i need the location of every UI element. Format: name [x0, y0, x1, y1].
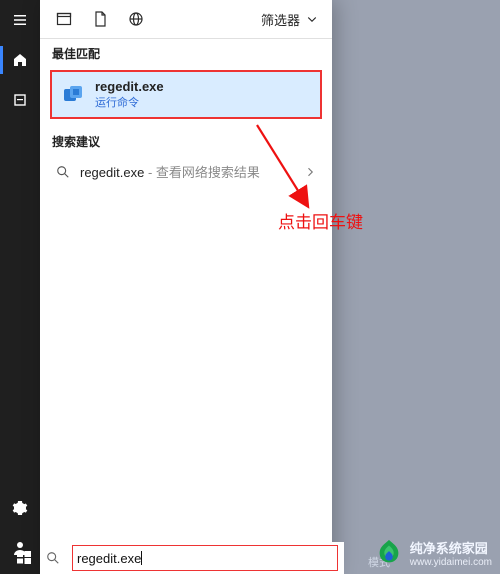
sidebar-menu[interactable]	[0, 0, 40, 40]
sidebar-home[interactable]	[0, 40, 40, 80]
search-panel-header: 筛选器	[40, 0, 332, 39]
search-input[interactable]: regedit.exe	[72, 545, 338, 571]
search-suggestion[interactable]: regedit.exe - 查看网络搜索结果	[40, 154, 332, 190]
search-panel: 筛选器 最佳匹配 regedit.exe 运行命令 搜索建议 regedit.e…	[40, 0, 332, 574]
filters-label: 筛选器	[261, 10, 300, 29]
taskbar-search[interactable]: regedit.exe	[40, 542, 344, 574]
chevron-right-icon	[304, 166, 316, 178]
tab-documents-icon[interactable]	[82, 3, 118, 35]
best-match-result[interactable]: regedit.exe 运行命令	[50, 70, 322, 119]
section-suggestions: 搜索建议	[40, 127, 332, 154]
section-best-match: 最佳匹配	[40, 39, 332, 66]
result-title: regedit.exe	[95, 79, 164, 94]
sidebar-settings[interactable]	[0, 488, 40, 528]
chevron-down-icon	[306, 13, 318, 25]
result-subtitle: 运行命令	[95, 94, 164, 110]
start-sidebar	[0, 0, 40, 574]
regedit-icon	[61, 83, 85, 107]
start-button[interactable]	[8, 542, 40, 574]
filters-dropdown[interactable]: 筛选器	[261, 10, 326, 29]
windows-icon	[16, 550, 32, 566]
search-icon	[56, 165, 70, 179]
tab-web-icon[interactable]	[118, 3, 154, 35]
tab-all-icon[interactable]	[46, 3, 82, 35]
sidebar-history[interactable]	[0, 80, 40, 120]
suggestion-label: regedit.exe - 查看网络搜索结果	[80, 162, 260, 182]
search-icon	[46, 551, 60, 565]
taskbar: regedit.exe	[0, 542, 500, 574]
